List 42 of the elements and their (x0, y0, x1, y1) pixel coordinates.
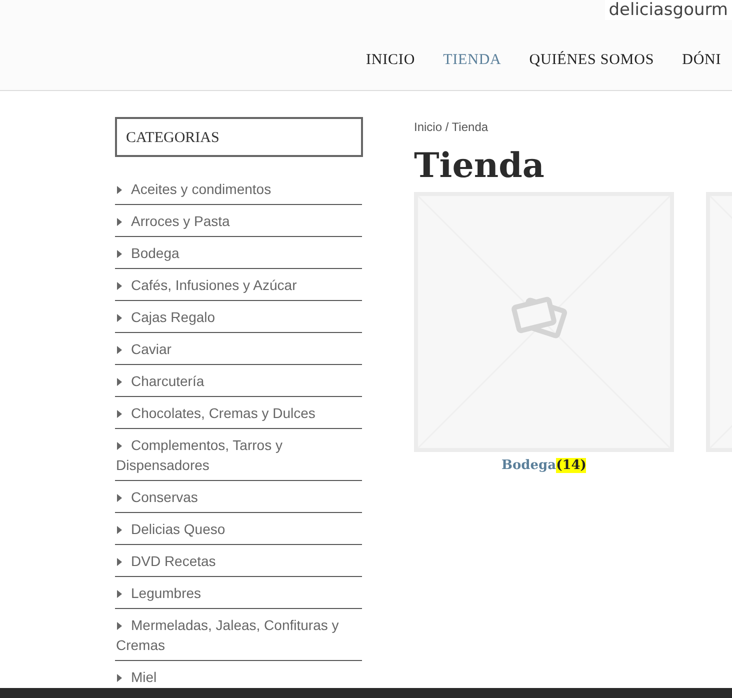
category-link[interactable]: Arroces y Pasta (116, 211, 362, 231)
caret-icon (117, 590, 122, 598)
category-link[interactable]: Cajas Regalo (116, 307, 362, 327)
caret-icon (117, 442, 122, 450)
category-link[interactable]: Complementos, Tarros y Dispensadores (116, 435, 362, 475)
caret-icon (117, 674, 122, 682)
caret-icon (117, 186, 122, 194)
product-count: (14) (556, 458, 586, 473)
nav-link[interactable]: INICIO (366, 52, 416, 69)
category-link[interactable]: Aceites y condimentos (116, 179, 362, 199)
caret-icon (117, 250, 122, 258)
caret-icon (117, 410, 122, 418)
caret-icon (117, 282, 122, 290)
category-link[interactable]: Delicias Queso (116, 519, 362, 539)
category-link[interactable]: Bodega (116, 243, 362, 263)
nav-link[interactable]: QUIÉNES SOMOS (529, 52, 654, 69)
caret-icon (117, 494, 122, 502)
caret-icon (117, 346, 122, 354)
caret-icon (117, 558, 122, 566)
categories-heading: CATEGORIAS (115, 117, 363, 157)
category-link[interactable]: Cafés, Infusiones y Azúcar (116, 275, 362, 295)
caret-icon (117, 526, 122, 534)
category-link[interactable]: Miel (116, 667, 362, 687)
caret-icon (117, 622, 122, 630)
nav-link[interactable]: TIENDA (443, 52, 502, 69)
page-title: Tienda (414, 146, 546, 186)
category-name[interactable]: Bodega (502, 458, 556, 473)
image-icon (511, 296, 568, 339)
category-link[interactable]: Charcutería (116, 371, 362, 391)
category-link[interactable]: DVD Recetas (116, 551, 362, 571)
caret-icon (117, 378, 122, 386)
caret-icon (117, 218, 122, 226)
site-logo[interactable]: deliciasgourm (604, 0, 732, 20)
category-link[interactable]: Chocolates, Cremas y Dulces (116, 403, 362, 423)
category-link[interactable]: Conservas (116, 487, 362, 507)
breadcrumb: Inicio / Tienda (414, 120, 490, 134)
category-link[interactable]: Mermeladas, Jaleas, Confituras y Cremas (116, 615, 362, 655)
placeholder-image[interactable] (414, 192, 674, 452)
nav-link[interactable]: DÓNI (682, 52, 722, 69)
category-link[interactable]: Legumbres (116, 583, 362, 603)
caret-icon (117, 314, 122, 322)
category-link[interactable]: Caviar (116, 339, 362, 359)
